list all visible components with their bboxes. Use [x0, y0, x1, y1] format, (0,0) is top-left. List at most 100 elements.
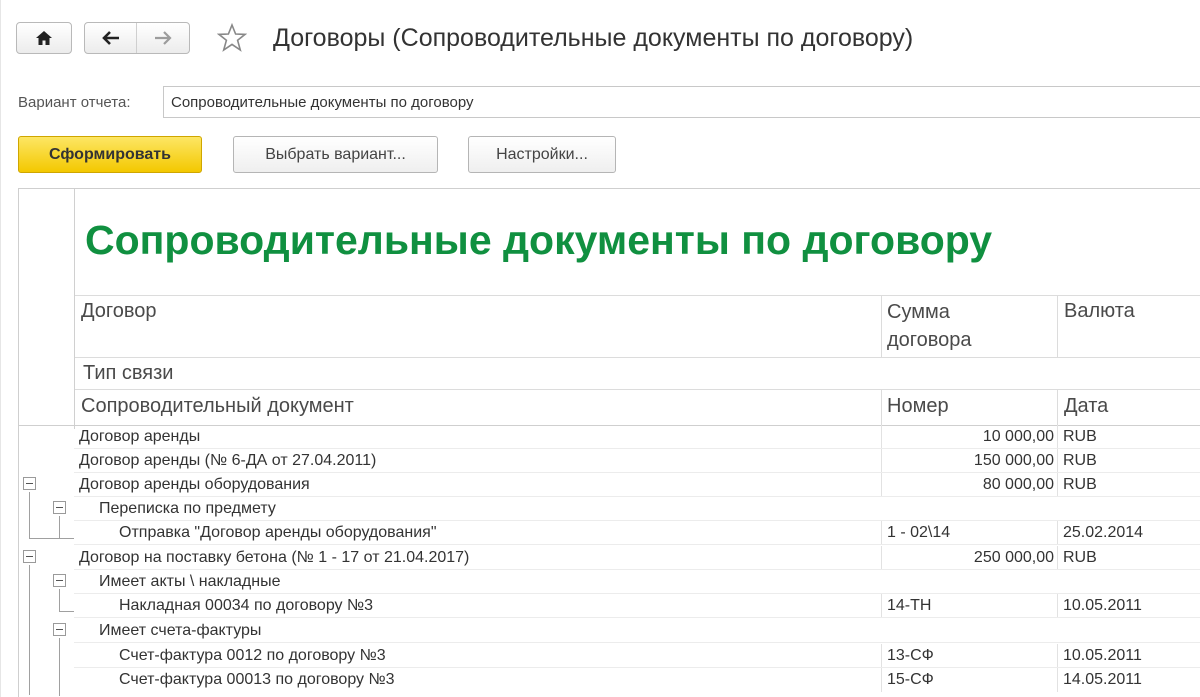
tree-guide-line	[29, 492, 30, 538]
report-title: Сопроводительные документы по договору	[85, 217, 993, 263]
row-number: 14-ТН	[887, 597, 932, 614]
header-divider	[75, 357, 1200, 358]
cell-divider	[881, 594, 882, 618]
row-text: Переписка по предмету	[99, 500, 276, 517]
row-text: Счет-фактура 00013 по договору №3	[119, 671, 395, 688]
cell-divider	[1057, 644, 1058, 668]
tree-guide-line	[29, 565, 30, 695]
collapse-group-toggle[interactable]	[23, 477, 36, 490]
tree-guide-line	[59, 589, 60, 611]
cell-divider	[1057, 668, 1058, 692]
home-button[interactable]	[16, 22, 72, 54]
report-row-link-type[interactable]: Имеет акты \ накладные	[74, 570, 1200, 594]
row-text: Договор аренды оборудования	[79, 476, 310, 493]
cell-divider	[881, 668, 882, 692]
settings-button[interactable]: Настройки...	[468, 136, 616, 173]
collapse-group-toggle[interactable]	[23, 550, 36, 563]
cell-divider	[1057, 449, 1058, 473]
cell-divider	[1057, 594, 1058, 618]
row-sum: 10 000,00	[982, 428, 1054, 445]
favorite-button[interactable]	[214, 20, 250, 56]
row-text: Имеет акты \ накладные	[99, 573, 281, 590]
choose-variant-button[interactable]: Выбрать вариант...	[233, 136, 438, 173]
cell-divider	[881, 473, 882, 497]
header-link-type: Тип связи	[83, 362, 174, 384]
header-divider	[75, 389, 1200, 390]
report-row-contract[interactable]: Договор на поставку бетона (№ 1 - 17 от …	[74, 546, 1200, 570]
cell-divider	[881, 546, 882, 570]
top-bar: Договоры (Сопроводительные документы по …	[0, 0, 1200, 84]
report-row-document[interactable]: Отправка "Договор аренды оборудования" 1…	[74, 521, 1200, 545]
report-row-contract[interactable]: Договор аренды 10 000,00 RUB	[74, 425, 1200, 449]
star-icon	[217, 23, 247, 52]
arrow-left-icon	[101, 31, 119, 45]
header-document: Сопроводительный документ	[81, 395, 354, 417]
back-button[interactable]	[85, 23, 137, 53]
report-row-link-type[interactable]: Имеет счета-фактуры	[74, 619, 1200, 643]
home-icon	[36, 31, 52, 45]
row-number: 1 - 02\14	[887, 524, 951, 541]
row-sum: 80 000,00	[982, 476, 1054, 493]
collapse-group-toggle[interactable]	[53, 501, 66, 514]
tree-guide-line	[59, 638, 60, 696]
header-divider	[75, 295, 1200, 296]
collapse-group-toggle[interactable]	[53, 574, 66, 587]
row-sum: 150 000,00	[973, 452, 1054, 469]
row-number: 15-СФ	[887, 671, 934, 688]
row-number: 13-СФ	[887, 647, 934, 664]
row-currency: RUB	[1063, 428, 1097, 445]
header-currency: Валюта	[1064, 300, 1135, 322]
arrow-right-icon	[155, 31, 172, 45]
report-variant-label: Вариант отчета:	[18, 94, 131, 111]
header-column-divider	[1057, 389, 1058, 425]
generate-button[interactable]: Сформировать	[18, 136, 202, 173]
header-column-divider	[881, 389, 882, 425]
report-row-document[interactable]: Счет-фактура 00013 по договору №3 15-СФ …	[74, 668, 1200, 692]
tree-guide-line	[59, 538, 74, 539]
cell-divider	[1057, 546, 1058, 570]
row-currency: RUB	[1063, 476, 1097, 493]
row-divider	[74, 617, 1200, 618]
row-date: 25.02.2014	[1063, 524, 1144, 541]
header-date: Дата	[1064, 395, 1109, 417]
cell-divider	[881, 425, 882, 449]
header-contract: Договор	[81, 300, 157, 322]
row-text: Отправка "Договор аренды оборудования"	[119, 524, 437, 541]
report-row-contract[interactable]: Договор аренды (№ 6-ДА от 27.04.2011) 15…	[74, 449, 1200, 473]
cell-divider	[1057, 425, 1058, 449]
report-row-contract[interactable]: Договор аренды оборудования 80 000,00 RU…	[74, 473, 1200, 497]
report-variant-field[interactable]: Сопроводительные документы по договору	[163, 86, 1200, 118]
tree-guide-line	[59, 611, 74, 612]
row-text: Договор аренды	[79, 428, 201, 445]
row-text: Накладная 00034 по договору №3	[119, 597, 374, 614]
window-title: Договоры (Сопроводительные документы по …	[273, 24, 914, 52]
cell-divider	[881, 521, 882, 545]
row-divider	[74, 642, 1200, 643]
report-row-document[interactable]: Счет-фактура 0012 по договору №3 13-СФ 1…	[74, 644, 1200, 668]
report-row-link-type[interactable]: Переписка по предмету	[74, 497, 1200, 521]
row-date: 14.05.2011	[1063, 671, 1142, 688]
row-text: Договор на поставку бетона (№ 1 - 17 от …	[79, 549, 470, 566]
row-sum: 250 000,00	[973, 549, 1054, 566]
header-column-divider	[881, 295, 882, 357]
row-date: 10.05.2011	[1063, 597, 1142, 614]
cell-divider	[881, 644, 882, 668]
row-date: 10.05.2011	[1063, 647, 1142, 664]
header-column-divider	[1057, 295, 1058, 357]
forward-button[interactable]	[137, 23, 189, 53]
grouping-gutter-divider	[74, 189, 75, 429]
collapse-group-toggle[interactable]	[53, 623, 66, 636]
cell-divider	[1057, 473, 1058, 497]
cell-divider	[881, 449, 882, 473]
back-forward-group	[84, 22, 190, 54]
row-text: Договор аренды (№ 6-ДА от 27.04.2011)	[79, 452, 377, 469]
row-divider	[74, 544, 1200, 545]
row-currency: RUB	[1063, 549, 1097, 566]
report-spreadsheet[interactable]: Сопроводительные документы по договору Д…	[18, 188, 1200, 697]
cell-divider	[1057, 521, 1058, 545]
row-currency: RUB	[1063, 452, 1097, 469]
header-number: Номер	[887, 395, 949, 417]
report-row-document[interactable]: Накладная 00034 по договору №3 14-ТН 10.…	[74, 594, 1200, 618]
tree-guide-line	[59, 516, 60, 538]
row-text: Имеет счета-фактуры	[99, 622, 262, 639]
